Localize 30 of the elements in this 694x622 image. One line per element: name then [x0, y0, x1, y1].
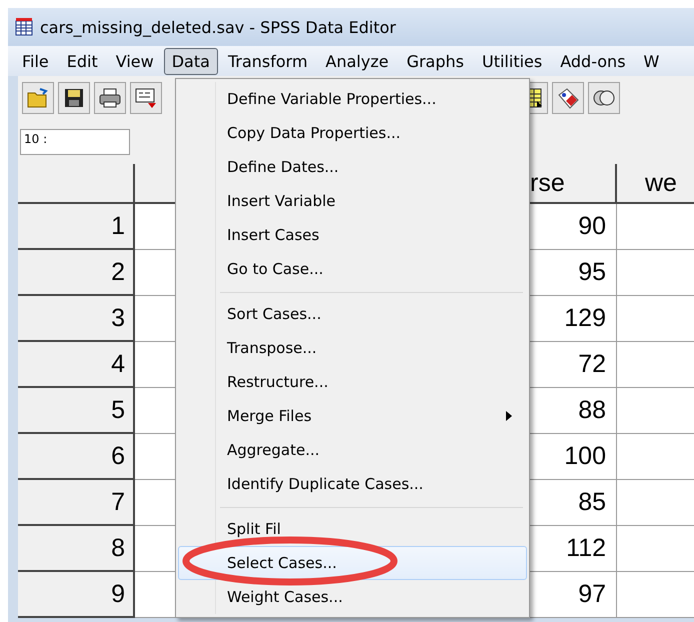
row-header[interactable]: 7 [18, 480, 135, 526]
menu-item[interactable]: View [108, 48, 162, 74]
cell-reference: 10 : [20, 129, 130, 155]
menu-item[interactable]: Analyze [318, 48, 397, 74]
print-icon[interactable] [94, 82, 126, 114]
menu-item[interactable]: Transform [220, 48, 316, 74]
menu-item[interactable]: W [636, 48, 668, 74]
menu-item[interactable]: Edit [58, 48, 106, 74]
menu-item[interactable]: File [14, 48, 57, 74]
window-title: cars_missing_deleted.sav - SPSS Data Editor [40, 18, 396, 36]
row-header[interactable]: 1 [18, 204, 135, 250]
column-header[interactable]: we [617, 164, 694, 204]
menu-option[interactable]: Copy Data Properties... [178, 116, 527, 150]
row-header[interactable]: 8 [18, 526, 135, 572]
row-header[interactable]: 9 [18, 572, 135, 618]
row-header[interactable]: 6 [18, 434, 135, 480]
save-icon[interactable] [58, 82, 90, 114]
tag-icon[interactable] [552, 82, 584, 114]
row-header[interactable]: 4 [18, 342, 135, 388]
row-header[interactable]: 3 [18, 296, 135, 342]
open-folder-icon[interactable] [22, 82, 54, 114]
row-header[interactable]: 5 [18, 388, 135, 434]
dialog-icon[interactable] [130, 82, 162, 114]
menu-item[interactable]: Add-ons [552, 48, 634, 74]
circles-icon[interactable] [588, 82, 620, 114]
menu-item[interactable]: Utilities [474, 48, 550, 74]
row-header[interactable]: 2 [18, 250, 135, 296]
app-icon [14, 17, 34, 37]
menu-item[interactable]: Graphs [398, 48, 472, 74]
menu-item[interactable]: Data [164, 48, 218, 74]
